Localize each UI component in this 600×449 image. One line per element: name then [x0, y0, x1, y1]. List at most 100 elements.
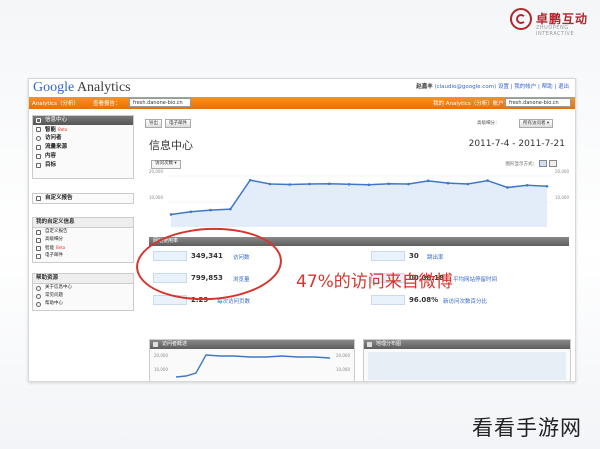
metric-label[interactable]: 平均网站停留时间: [453, 275, 497, 283]
graph-metric-select[interactable]: 访问次数 ▾: [151, 160, 181, 169]
nav-analytics-link[interactable]: Analytics（分析）: [32, 99, 79, 107]
sidebar-item-help-about[interactable]: 关于信息中心: [33, 284, 133, 292]
sidebar-section-title: 我的自定义信息: [33, 218, 133, 228]
sidebar-custom-reports[interactable]: 自定义报告: [32, 193, 134, 204]
analytics-screenshot: Google Analytics 赵嘉丰 (claudio@google.com…: [28, 78, 576, 382]
sidebar-item-traffic-sources[interactable]: 流量来源: [33, 143, 133, 152]
panel-title: 访问者概述: [162, 341, 188, 347]
google-analytics-logo[interactable]: Google Analytics: [33, 80, 131, 96]
sparkline: [371, 295, 405, 305]
sidebar-item-label: 智能: [45, 127, 57, 133]
sidebar-item-label: 自定义报告: [45, 195, 73, 201]
visits-point[interactable]: [387, 182, 390, 186]
export-button[interactable]: 导出: [145, 119, 162, 128]
logo-analytics-word: Analytics: [74, 80, 131, 95]
sidebar-item-help-faq[interactable]: 常见问题: [33, 292, 133, 300]
graph-mode-label: 图形显示方式：: [505, 162, 538, 167]
sidebar-item-goals[interactable]: 目标: [33, 161, 133, 170]
beta-badge: Beta: [56, 245, 66, 250]
account-select[interactable]: fresh.danone-bio.cn: [505, 98, 571, 107]
visits-point[interactable]: [347, 182, 351, 186]
visits-point[interactable]: [426, 179, 430, 183]
page-title: 信息中心: [149, 139, 193, 152]
account-links: 赵嘉丰 (claudio@google.com) 设置 | 我的帐户 | 帮助 …: [416, 82, 569, 90]
person-icon: [36, 136, 41, 141]
segment-select[interactable]: 所有访问者 ▾: [519, 119, 554, 128]
sidebar-item-label: 电子邮件: [45, 253, 63, 258]
metric-value: 30: [409, 252, 419, 260]
sidebar-item-label: 自定义报告: [45, 229, 68, 234]
nav-view-reports-label: 查看报告：: [93, 101, 121, 107]
visits-point[interactable]: [407, 182, 410, 186]
help-icon: [36, 294, 41, 299]
map-area[interactable]: [368, 352, 566, 380]
visits-point[interactable]: [525, 183, 529, 187]
account-nav-bar: Analytics（分析） 查看报告： fresh.danone-bio.cn …: [29, 97, 575, 109]
sidebar-main-nav: 信息中心 智能 Beta 访问者 流量来源 内容 目标: [32, 115, 134, 179]
visits-point[interactable]: [506, 186, 509, 189]
sidebar-item-help-center[interactable]: 帮助中心: [33, 300, 133, 308]
sidebar-item-label: 关于信息中心: [45, 285, 72, 290]
ga-header: Google Analytics 赵嘉丰 (claudio@google.com…: [29, 79, 575, 97]
profile-select[interactable]: fresh.danone-bio.cn: [129, 98, 191, 107]
visits-point[interactable]: [229, 207, 232, 211]
segment-label: 高级细分：: [477, 121, 500, 126]
sidebar-item-label: 智能: [45, 246, 54, 251]
visits-point[interactable]: [189, 210, 193, 214]
lightbulb-icon: [36, 246, 41, 251]
brand-logo: 卓鹏互动 ZHUOPENG INTERACTIVE: [510, 6, 596, 37]
metric-label[interactable]: 跳出率: [427, 253, 444, 261]
collapse-icon: [153, 342, 158, 347]
line-chart-view-icon[interactable]: [539, 160, 547, 167]
visits-point[interactable]: [486, 179, 489, 182]
visits-point[interactable]: [248, 178, 252, 182]
visits-point[interactable]: [288, 183, 292, 186]
panel-header[interactable]: 地理分布图: [364, 340, 570, 349]
sidebar-item-email[interactable]: 电子邮件: [33, 252, 133, 260]
sidebar-item-label: 内容: [45, 153, 57, 159]
visits-point[interactable]: [367, 183, 371, 187]
email-icon: [36, 254, 41, 259]
account-email: (claudio@google.com): [434, 84, 497, 90]
beta-badge: Beta: [58, 127, 68, 132]
visits-point[interactable]: [446, 181, 450, 185]
sidebar-item-dashboard[interactable]: 信息中心: [33, 116, 133, 125]
dashboard-icon: [36, 118, 41, 123]
sidebar-item-custom-report[interactable]: 自定义报告: [33, 228, 133, 236]
sidebar-item-advanced-segments[interactable]: 高级细分: [33, 236, 133, 244]
sidebar-item-intelligence-custom[interactable]: 智能 Beta: [33, 244, 133, 252]
metric-label[interactable]: 新访问次数百分比: [443, 297, 487, 305]
sidebar-item-label: 常见问题: [45, 293, 63, 298]
panel-header[interactable]: 访问者概述: [150, 340, 354, 349]
visits-point[interactable]: [209, 208, 212, 212]
visits-area: [171, 180, 547, 227]
sidebar-item-intelligence[interactable]: 智能 Beta: [33, 125, 133, 134]
visits-point[interactable]: [169, 213, 173, 216]
lightbulb-icon: [36, 127, 41, 132]
visits-point[interactable]: [268, 182, 272, 186]
sidebar-item-content[interactable]: 内容: [33, 152, 133, 161]
sidebar-item-label: 帮助中心: [45, 301, 63, 306]
visits-point[interactable]: [466, 182, 470, 186]
sidebar-item-visitors[interactable]: 访问者: [33, 134, 133, 143]
sidebar-help-resources: 帮助资源 关于信息中心 常见问题 帮助中心: [32, 273, 134, 311]
date-range-picker[interactable]: 2011-7-4 - 2011-7-21: [469, 139, 565, 149]
help-icon: [36, 302, 41, 307]
visits-point[interactable]: [328, 182, 331, 186]
visits-point[interactable]: [308, 182, 311, 186]
traffic-icon: [36, 145, 41, 150]
visitors-overview-panel: 访问者概述 20,000 10,000 20,000 10,000: [149, 339, 355, 381]
watermark-text: 看看手游网: [472, 416, 582, 440]
brand-subtitle: ZHUOPENG INTERACTIVE: [536, 25, 575, 37]
map-overlay-panel: 地理分布图: [363, 339, 571, 381]
motion-chart-view-icon[interactable]: [549, 160, 557, 167]
sidebar-item-label: 访问者: [45, 135, 62, 141]
visits-point[interactable]: [545, 184, 549, 188]
sidebar-item-custom-reports[interactable]: 自定义报告: [33, 194, 133, 203]
flag-icon: [36, 163, 41, 168]
sidebar-section-title: 帮助资源: [33, 274, 133, 284]
report-icon: [36, 230, 41, 235]
email-button[interactable]: 电子邮件: [165, 119, 191, 128]
account-user: 赵嘉丰: [416, 84, 433, 90]
account-menu-links[interactable]: 设置 | 我的帐户 | 帮助 | 退出: [498, 84, 569, 90]
